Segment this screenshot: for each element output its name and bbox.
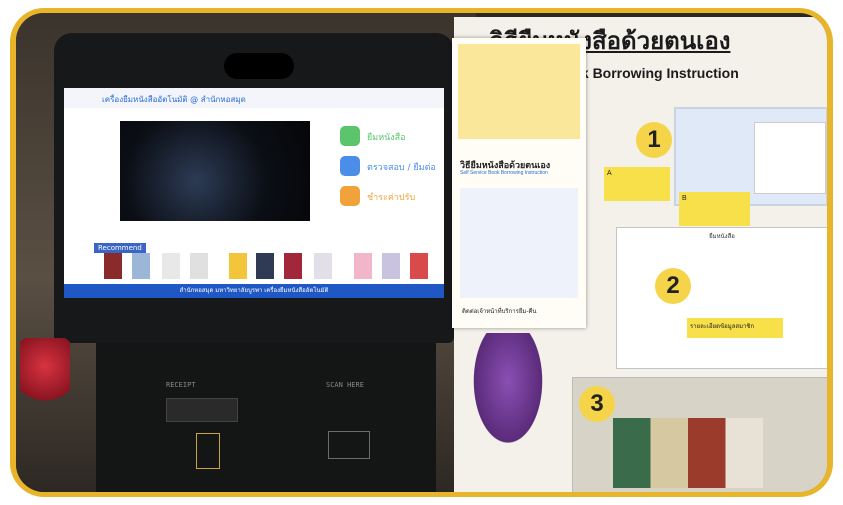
book-thumbnail[interactable] — [162, 253, 180, 279]
note-b: B — [679, 192, 750, 226]
flyer-footer: ติดต่อเจ้าหน้าที่บริการยืม-คืน — [462, 309, 537, 315]
note-b-letter: B — [682, 195, 687, 202]
contactless-icon — [328, 431, 370, 459]
step-3-photo: 3 — [572, 377, 827, 492]
kiosk-screen: เครื่องยืมหนังสืออัตโนมัติ @ สำนักหอสมุด… — [64, 88, 444, 298]
book-thumbnail[interactable] — [229, 253, 247, 279]
borrow-label: ยืมหนังสือ — [367, 133, 406, 143]
note-a-letter: A — [607, 170, 612, 177]
book-thumbnail[interactable] — [314, 253, 332, 279]
book-thumbnail[interactable] — [104, 253, 122, 279]
keypad-icon — [754, 122, 826, 194]
pay-fine-label: ชำระค่าปรับ — [367, 193, 416, 203]
book-thumbnail[interactable] — [256, 253, 274, 279]
book-thumbnail[interactable] — [190, 253, 208, 279]
flyer-subtitle: Self Service Book Borrowing Instruction — [460, 170, 548, 176]
check-renew-label: ตรวจสอบ / ยืมต่อ — [367, 163, 436, 173]
red-flower — [20, 338, 70, 408]
step-2-badge: 2 — [655, 268, 691, 304]
screen2-caption: รายละเอียดข้อมูลสมาชิก — [687, 318, 783, 338]
books-photo — [613, 418, 763, 488]
book-thumbnail[interactable] — [382, 253, 400, 279]
kiosk-base: RECEIPT SCAN HERE — [96, 343, 436, 492]
card-icon — [196, 433, 220, 469]
note-a: A — [604, 167, 670, 201]
check-renew-button[interactable]: ตรวจสอบ / ยืมต่อ — [340, 156, 440, 176]
mascot-illustration — [468, 333, 548, 453]
flyer-steps-panel — [460, 188, 578, 298]
checklist-icon — [340, 156, 360, 176]
coin-icon — [340, 186, 360, 206]
recommend-label: Recommend — [94, 243, 146, 253]
book-thumbnail[interactable] — [354, 253, 372, 279]
flyer-top-panel — [458, 44, 580, 139]
step-1-badge: 1 — [636, 122, 672, 158]
book-icon — [340, 126, 360, 146]
kiosk-photo: วิธียืมหนังสือด้วยตนเอง e Book Borrowing… — [16, 13, 827, 492]
screen-footer: สำนักหอสมุด มหาวิทยาลัยบูรพา เครื่องยืมห… — [64, 284, 444, 298]
scan-area-label: SCAN HERE — [326, 381, 364, 389]
step-2-screen: ยืมหนังสือ 2 รายละเอียดข้อมูลสมาชิก — [616, 227, 827, 369]
instruction-flyer: วิธียืมหนังสือด้วยตนเอง Self Service Boo… — [452, 38, 586, 328]
pay-fine-button[interactable]: ชำระค่าปรับ — [340, 186, 440, 206]
book-thumbnail[interactable] — [284, 253, 302, 279]
step-3-badge: 3 — [579, 386, 615, 422]
screen2-title: ยืมหนังสือ — [709, 234, 735, 240]
screen-title: เครื่องยืมหนังสืออัตโนมัติ @ สำนักหอสมุด — [102, 95, 246, 104]
earth-video — [120, 121, 310, 221]
camera-icon — [224, 53, 294, 79]
receipt-slot-label: RECEIPT — [166, 381, 196, 389]
screen-header: เครื่องยืมหนังสืออัตโนมัติ @ สำนักหอสมุด — [64, 88, 444, 108]
receipt-slot — [166, 398, 238, 422]
borrow-button[interactable]: ยืมหนังสือ — [340, 126, 440, 146]
book-thumbnail[interactable] — [410, 253, 428, 279]
book-thumbnail[interactable] — [132, 253, 150, 279]
